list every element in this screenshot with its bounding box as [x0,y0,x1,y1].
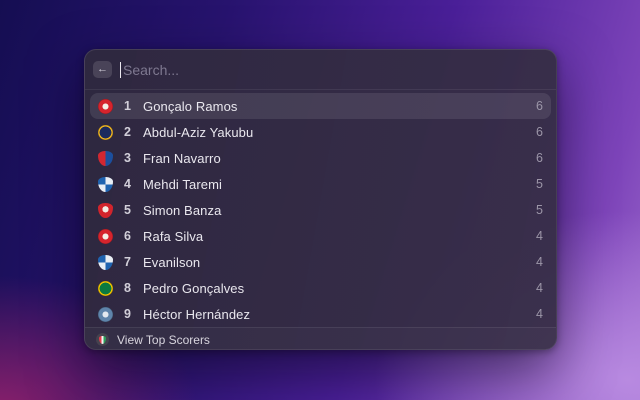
text-caret [120,62,121,78]
rank-label: 7 [122,255,133,269]
footer-action-label[interactable]: View Top Scorers [117,333,210,347]
list-item[interactable]: 5 Simon Banza 5 [90,197,551,223]
club-crest-icon [98,125,113,140]
search-input[interactable] [123,62,544,78]
rank-label: 3 [122,151,133,165]
league-shield-icon [96,333,109,346]
braga-crest-icon [98,203,113,218]
goals-count: 6 [536,151,543,165]
search-window: ← 1 Gonçalo Ramos 6 2 Abdul-Aziz Yakubu … [84,49,557,350]
list-item[interactable]: 1 Gonçalo Ramos 6 [90,93,551,119]
gil-vicente-crest-icon [98,151,113,166]
sporting-crest-icon [98,281,113,296]
rank-label: 9 [122,307,133,321]
list-item[interactable]: 2 Abdul-Aziz Yakubu 6 [90,119,551,145]
list-item[interactable]: 9 Héctor Hernández 4 [90,301,551,327]
rank-label: 5 [122,203,133,217]
search-field-wrap[interactable] [120,50,544,89]
benfica-crest-icon [98,229,113,244]
list-item[interactable]: 7 Evanilson 4 [90,249,551,275]
goals-count: 6 [536,125,543,139]
player-name: Simon Banza [143,203,221,218]
goals-count: 5 [536,203,543,217]
player-name: Mehdi Taremi [143,177,222,192]
player-name: Rafa Silva [143,229,203,244]
rank-label: 4 [122,177,133,191]
list-item[interactable]: 6 Rafa Silva 4 [90,223,551,249]
rank-label: 8 [122,281,133,295]
back-button[interactable]: ← [93,61,112,78]
goals-count: 5 [536,177,543,191]
player-name: Gonçalo Ramos [143,99,238,114]
rank-label: 2 [122,125,133,139]
goals-count: 4 [536,229,543,243]
footer-bar: View Top Scorers [85,327,556,350]
player-name: Fran Navarro [143,151,221,166]
rank-label: 1 [122,99,133,113]
list-item[interactable]: 4 Mehdi Taremi 5 [90,171,551,197]
player-name: Evanilson [143,255,200,270]
rank-label: 6 [122,229,133,243]
scorer-list: 1 Gonçalo Ramos 6 2 Abdul-Aziz Yakubu 6 … [85,90,556,327]
player-name: Abdul-Aziz Yakubu [143,125,253,140]
search-bar: ← [85,50,556,90]
club-crest-icon [98,307,113,322]
porto-crest-icon [98,177,113,192]
goals-count: 4 [536,255,543,269]
player-name: Héctor Hernández [143,307,250,322]
list-item[interactable]: 3 Fran Navarro 6 [90,145,551,171]
goals-count: 4 [536,281,543,295]
shield-glyph [99,336,106,344]
goals-count: 6 [536,99,543,113]
benfica-crest-icon [98,99,113,114]
desktop: { "search": { "placeholder": "Search..."… [0,0,640,400]
goals-count: 4 [536,307,543,321]
list-item[interactable]: 8 Pedro Gonçalves 4 [90,275,551,301]
arrow-left-icon: ← [97,64,108,75]
porto-crest-icon [98,255,113,270]
player-name: Pedro Gonçalves [143,281,244,296]
